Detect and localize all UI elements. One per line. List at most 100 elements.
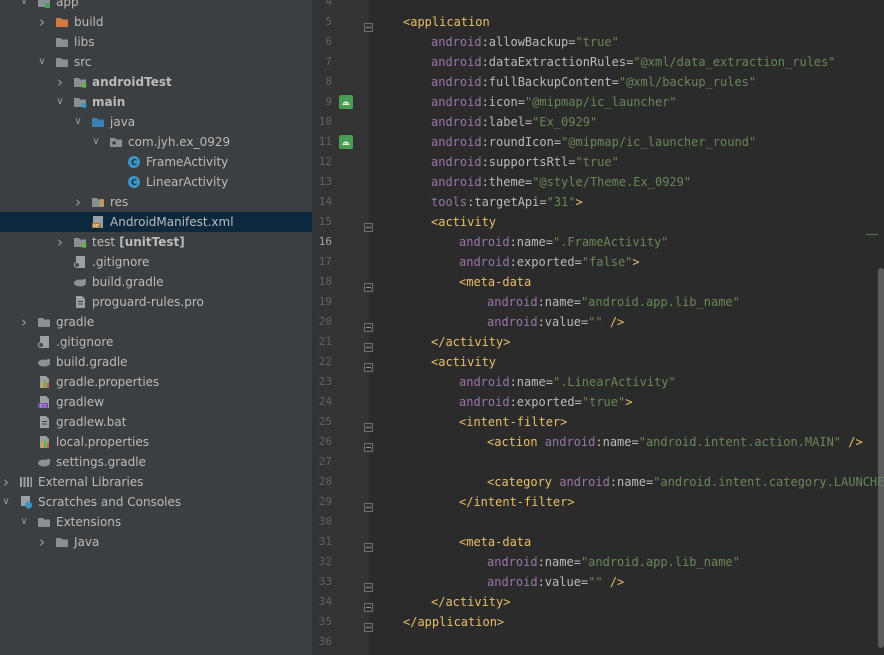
- code-line[interactable]: android:name="android.app.lib_name": [487, 292, 740, 312]
- tree-item[interactable]: C LinearActivity: [0, 172, 312, 192]
- fold-toggle-icon[interactable]: [364, 417, 373, 432]
- tree-item-label: LinearActivity: [146, 175, 229, 189]
- code-line[interactable]: android:theme="@style/Theme.Ex_0929": [431, 172, 691, 192]
- code-line[interactable]: </activity>: [431, 332, 510, 352]
- tree-item[interactable]: settings.gradle: [0, 452, 312, 472]
- line-number: 15: [318, 215, 332, 228]
- tree-item[interactable]: MF AndroidManifest.xml: [0, 212, 312, 232]
- line-number: 33: [318, 575, 332, 588]
- fold-toggle-icon[interactable]: [364, 617, 373, 632]
- chevron-right-icon[interactable]: ›: [36, 532, 48, 552]
- chevron-down-icon[interactable]: ∨: [0, 492, 12, 512]
- tree-item[interactable]: ∨ Extensions: [0, 512, 312, 532]
- fold-toggle-icon[interactable]: [364, 337, 373, 352]
- chevron-right-icon[interactable]: ›: [18, 312, 30, 332]
- tree-item[interactable]: libs: [0, 32, 312, 52]
- chevron-down-icon[interactable]: ∨: [18, 512, 30, 532]
- code-line[interactable]: android:icon="@mipmap/ic_launcher": [431, 92, 677, 112]
- chevron-right-icon[interactable]: ›: [36, 12, 48, 32]
- tree-item[interactable]: gradlew.bat: [0, 412, 312, 432]
- tree-item[interactable]: build.gradle: [0, 272, 312, 292]
- code-line[interactable]: android:value="" />: [487, 312, 624, 332]
- fold-toggle-icon[interactable]: [364, 357, 373, 372]
- fold-toggle-icon[interactable]: [364, 217, 373, 232]
- code-line[interactable]: <meta-data: [459, 532, 531, 552]
- code-line[interactable]: </activity>: [431, 592, 510, 612]
- code-line[interactable]: android:label="Ex_0929": [431, 112, 597, 132]
- chevron-right-icon[interactable]: ›: [0, 472, 12, 492]
- tree-item[interactable]: ∨ java: [0, 112, 312, 132]
- code-line[interactable]: android:fullBackupContent="@xml/backup_r…: [431, 72, 756, 92]
- project-tree[interactable]: ∨ app › build libs ∨ src › androidTest ∨ main ∨ java…: [0, 0, 312, 655]
- code-line[interactable]: <activity: [431, 352, 496, 372]
- code-line[interactable]: <activity: [431, 212, 496, 232]
- tree-item[interactable]: › res: [0, 192, 312, 212]
- tree-item[interactable]: › External Libraries: [0, 472, 312, 492]
- line-number: 18: [318, 275, 332, 288]
- gradle-file-icon: [73, 275, 87, 289]
- chevron-down-icon[interactable]: ∨: [36, 52, 48, 72]
- code-line[interactable]: android:value="" />: [487, 572, 624, 592]
- tree-item[interactable]: › androidTest: [0, 72, 312, 92]
- code-line[interactable]: <category android:name="android.intent.c…: [487, 472, 884, 492]
- code-line[interactable]: <intent-filter>: [459, 412, 567, 432]
- line-number: 19: [318, 295, 332, 308]
- editor-scrollbar[interactable]: [878, 268, 884, 648]
- tree-item[interactable]: ∨ app: [0, 0, 312, 12]
- code-line[interactable]: android:exported="false">: [459, 252, 640, 272]
- tree-item[interactable]: build.gradle: [0, 352, 312, 372]
- code-line[interactable]: android:name=".LinearActivity": [459, 372, 676, 392]
- fold-toggle-icon[interactable]: [364, 577, 373, 592]
- code-line[interactable]: android:roundIcon="@mipmap/ic_launcher_r…: [431, 132, 756, 152]
- tree-item[interactable]: › gradle: [0, 312, 312, 332]
- fold-toggle-icon[interactable]: [364, 597, 373, 612]
- chevron-down-icon[interactable]: ∨: [90, 132, 102, 152]
- tree-item[interactable]: C FrameActivity: [0, 152, 312, 172]
- code-line[interactable]: android:dataExtractionRules="@xml/data_e…: [431, 52, 836, 72]
- tree-item[interactable]: ∨ Scratches and Consoles: [0, 492, 312, 512]
- test-folder-icon: [73, 75, 87, 89]
- code-line[interactable]: android:name=".FrameActivity": [459, 232, 669, 252]
- fold-toggle-icon[interactable]: [364, 317, 373, 332]
- code-line[interactable]: <action android:name="android.intent.act…: [487, 432, 863, 452]
- code-line[interactable]: tools:targetApi="31">: [431, 192, 583, 212]
- tree-item[interactable]: ∨ main: [0, 92, 312, 112]
- android-icon[interactable]: [339, 135, 353, 149]
- tree-item[interactable]: C:\ gradlew: [0, 392, 312, 412]
- chevron-down-icon[interactable]: ∨: [72, 112, 84, 132]
- tree-item[interactable]: › Java: [0, 532, 312, 552]
- fold-toggle-icon[interactable]: [364, 437, 373, 452]
- chevron-right-icon[interactable]: ›: [72, 192, 84, 212]
- code-line[interactable]: </application>: [403, 612, 504, 632]
- chevron-down-icon[interactable]: ∨: [54, 92, 66, 112]
- android-icon[interactable]: [339, 95, 353, 109]
- code-line[interactable]: android:allowBackup="true": [431, 32, 619, 52]
- tree-item[interactable]: proguard-rules.pro: [0, 292, 312, 312]
- code-line[interactable]: </intent-filter>: [459, 492, 575, 512]
- svg-text:C: C: [131, 158, 137, 167]
- code-line[interactable]: android:exported="true">: [459, 392, 632, 412]
- tree-item[interactable]: gradle.properties: [0, 372, 312, 392]
- code-line[interactable]: android:supportsRtl="true": [431, 152, 619, 172]
- resources-folder-icon: [91, 195, 105, 209]
- gitignore-file-icon: [73, 255, 87, 269]
- tree-item[interactable]: .gitignore: [0, 332, 312, 352]
- chevron-down-icon[interactable]: ∨: [18, 0, 30, 12]
- manifest-file-icon: MF: [91, 215, 105, 229]
- tree-item[interactable]: .gitignore: [0, 252, 312, 272]
- code-line[interactable]: <meta-data: [459, 272, 531, 292]
- tree-item[interactable]: › build: [0, 12, 312, 32]
- folder-icon: [55, 535, 69, 549]
- code-line[interactable]: <application: [403, 12, 490, 32]
- fold-toggle-icon[interactable]: [364, 277, 373, 292]
- chevron-right-icon[interactable]: ›: [54, 232, 66, 252]
- tree-item[interactable]: ∨ com.jyh.ex_0929: [0, 132, 312, 152]
- code-line[interactable]: android:name="android.app.lib_name": [487, 552, 740, 572]
- tree-item[interactable]: ∨ src: [0, 52, 312, 72]
- fold-toggle-icon[interactable]: [364, 537, 373, 552]
- fold-toggle-icon[interactable]: [364, 497, 373, 512]
- tree-item[interactable]: local.properties: [0, 432, 312, 452]
- fold-toggle-icon[interactable]: [364, 17, 373, 32]
- chevron-right-icon[interactable]: ›: [54, 72, 66, 92]
- tree-item[interactable]: › test [unitTest]: [0, 232, 312, 252]
